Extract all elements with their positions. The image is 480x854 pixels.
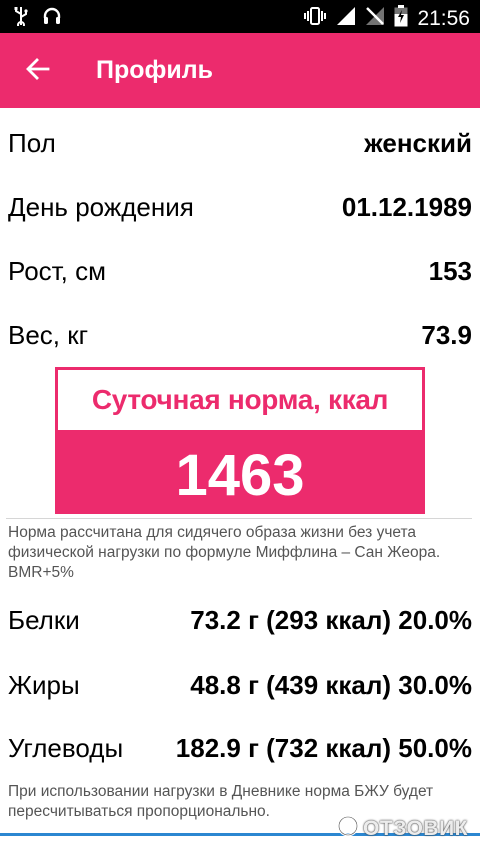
daily-norm-header: Суточная норма, ккал: [58, 370, 422, 430]
page-title: Профиль: [96, 56, 214, 84]
back-button[interactable]: [22, 55, 54, 87]
app-bar: Профиль: [0, 33, 480, 108]
sex-value: женский: [364, 128, 472, 158]
no-signal-icon: [365, 6, 385, 31]
arrow-left-icon: [26, 57, 50, 85]
usb-icon: [14, 6, 28, 31]
watermark-text: ОТЗОВИК: [363, 817, 468, 840]
birthday-row[interactable]: День рождения 01.12.1989: [0, 192, 480, 232]
status-time: 21:56: [417, 6, 470, 30]
fat-value: 48.8 г (439 ккал) 30.0%: [190, 670, 472, 700]
fat-label: Жиры: [8, 670, 80, 700]
daily-norm-title: Суточная норма, ккал: [91, 384, 389, 415]
signal-icon: [336, 6, 356, 31]
watermark: ОТЗОВИК: [337, 815, 468, 843]
divider: [6, 518, 472, 519]
protein-value: 73.2 г (293 ккал) 20.0%: [190, 605, 472, 635]
weight-label: Вес, кг: [8, 320, 89, 350]
battery-charging-icon: [394, 5, 408, 32]
status-bar: 21:56: [0, 0, 480, 33]
weight-row[interactable]: Вес, кг 73.9: [0, 320, 480, 360]
height-row[interactable]: Рост, см 153: [0, 256, 480, 296]
sex-label: Пол: [8, 128, 56, 158]
carbs-row: Углеводы 182.9 г (732 ккал) 50.0%: [0, 733, 480, 773]
norm-note: Норма рассчитана для сидячего образа жиз…: [8, 524, 441, 581]
sex-row[interactable]: Пол женский: [0, 128, 480, 168]
birthday-value: 01.12.1989: [341, 192, 472, 222]
carbs-value: 182.9 г (732 ккал) 50.0%: [175, 733, 472, 763]
height-value: 153: [428, 256, 472, 286]
weight-value: 73.9: [421, 320, 472, 350]
birthday-label: День рождения: [8, 192, 194, 222]
watermark-logo-icon: [337, 815, 359, 843]
protein-label: Белки: [8, 605, 80, 635]
protein-row: Белки 73.2 г (293 ккал) 20.0%: [0, 605, 480, 645]
vibrate-icon: [303, 6, 327, 31]
daily-norm-value: 1463: [175, 443, 305, 508]
headset-icon: [42, 6, 62, 31]
height-label: Рост, см: [8, 256, 107, 286]
daily-norm-card: Суточная норма, ккал 1463: [55, 367, 425, 514]
fat-row: Жиры 48.8 г (439 ккал) 30.0%: [0, 670, 480, 710]
carbs-label: Углеводы: [8, 733, 124, 763]
